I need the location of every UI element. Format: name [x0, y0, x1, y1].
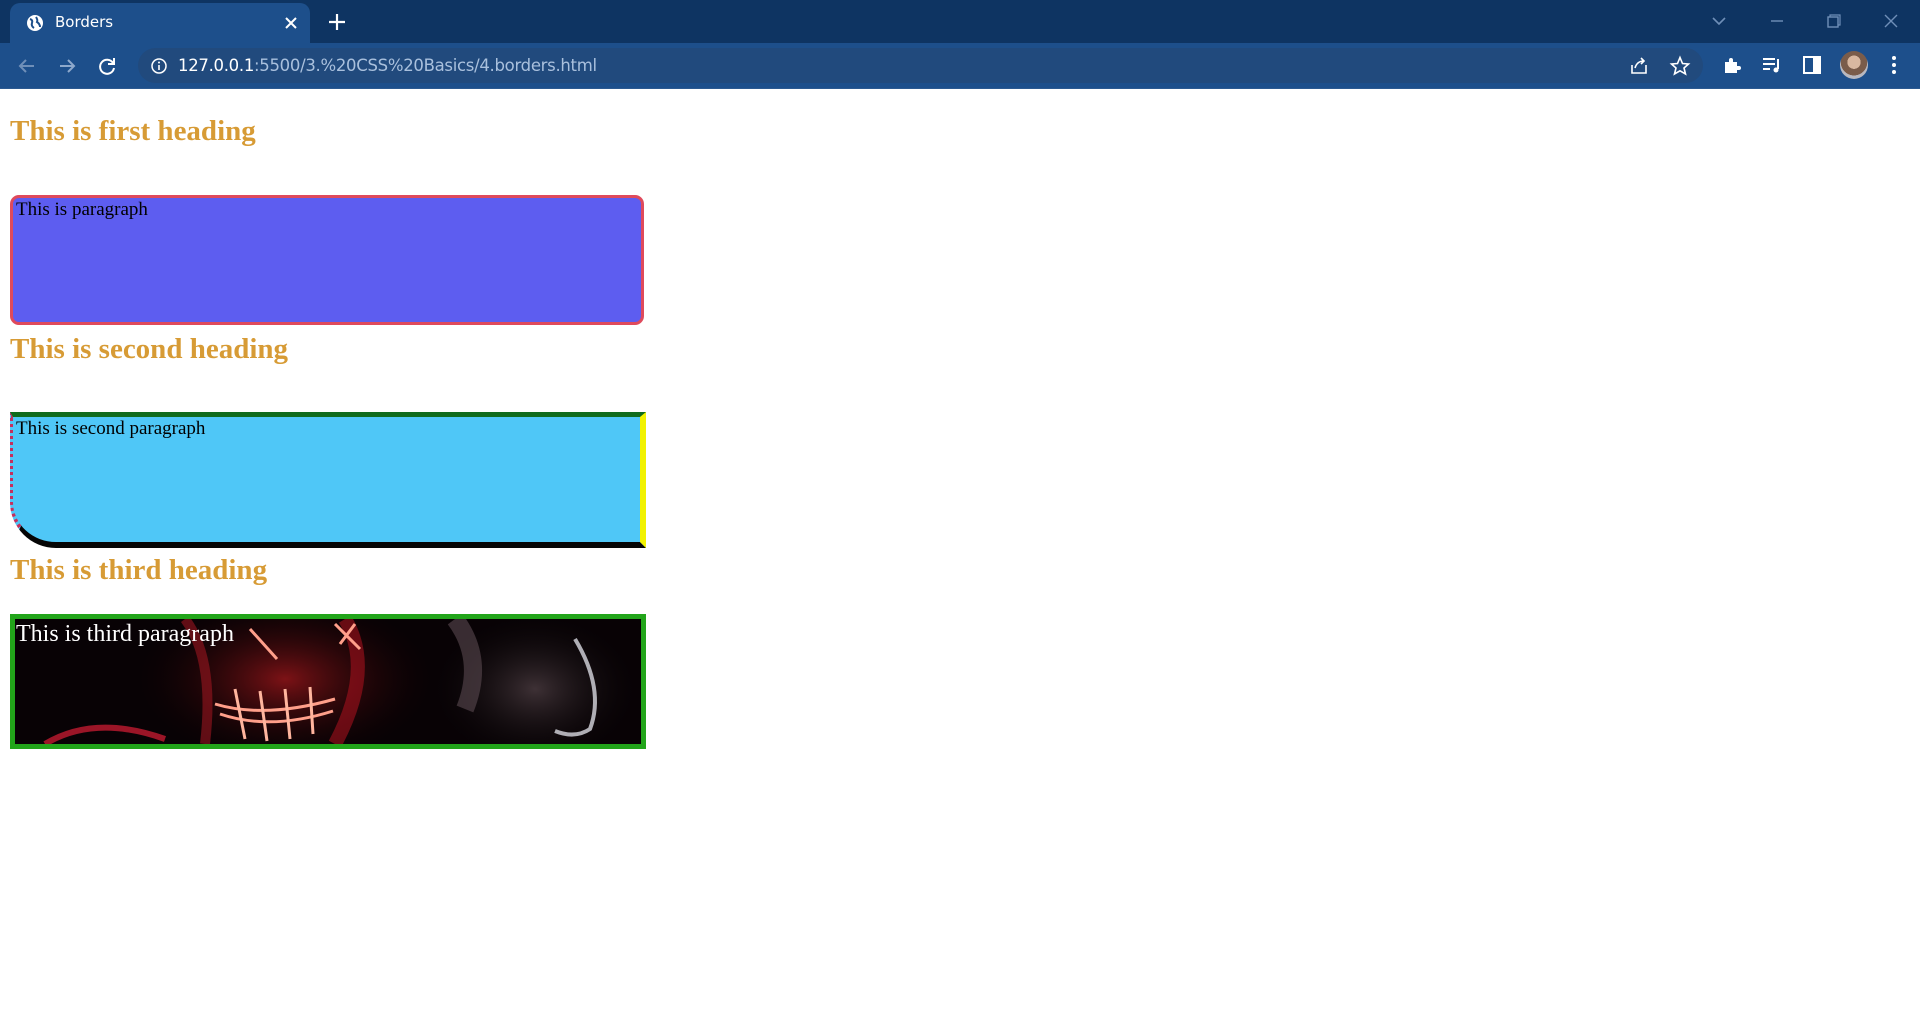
browser-toolbar: 127.0.0.1:5500/3.%20CSS%20Basics/4.borde… [0, 43, 1920, 88]
second-heading: This is second heading [10, 333, 289, 365]
new-tab-icon[interactable] [324, 9, 350, 35]
tab-search-chevron-down-icon[interactable] [1704, 8, 1734, 34]
first-heading: This is first heading [10, 115, 256, 147]
url-text[interactable]: 127.0.0.1:5500/3.%20CSS%20Basics/4.borde… [178, 56, 597, 75]
more-menu-icon[interactable] [1882, 53, 1906, 77]
third-paragraph: This is third paragraph [10, 614, 646, 749]
first-paragraph: This is paragraph [10, 195, 644, 325]
url-path: :5500/3.%20CSS%20Basics/4.borders.html [254, 56, 597, 75]
side-panel-icon[interactable] [1800, 53, 1824, 77]
globe-icon [27, 15, 43, 31]
active-tab[interactable]: Borders [10, 3, 310, 43]
share-icon[interactable] [1628, 55, 1650, 77]
site-info-icon[interactable] [150, 57, 168, 75]
extensions-puzzle-icon[interactable] [1720, 53, 1744, 77]
bookmark-star-icon[interactable] [1669, 55, 1691, 77]
restore-icon[interactable] [1818, 8, 1848, 34]
page-viewport: This is first heading This is paragraph … [0, 89, 1920, 1020]
minimize-icon[interactable] [1762, 8, 1792, 34]
close-tab-icon[interactable] [280, 12, 302, 34]
forward-arrow-icon[interactable] [53, 52, 81, 80]
close-window-icon[interactable] [1876, 8, 1906, 34]
second-paragraph: This is second paragraph [10, 412, 646, 548]
url-host: 127.0.0.1 [178, 56, 255, 75]
tab-strip: Borders [0, 0, 1920, 43]
address-bar[interactable]: 127.0.0.1:5500/3.%20CSS%20Basics/4.borde… [138, 48, 1703, 83]
tab-title: Borders [55, 13, 114, 31]
third-paragraph-text: This is third paragraph [16, 621, 234, 647]
media-playlist-icon[interactable] [1760, 53, 1784, 77]
third-heading: This is third heading [10, 554, 268, 586]
profile-avatar[interactable] [1840, 51, 1868, 79]
reload-icon[interactable] [93, 52, 121, 80]
back-arrow-icon[interactable] [13, 52, 41, 80]
